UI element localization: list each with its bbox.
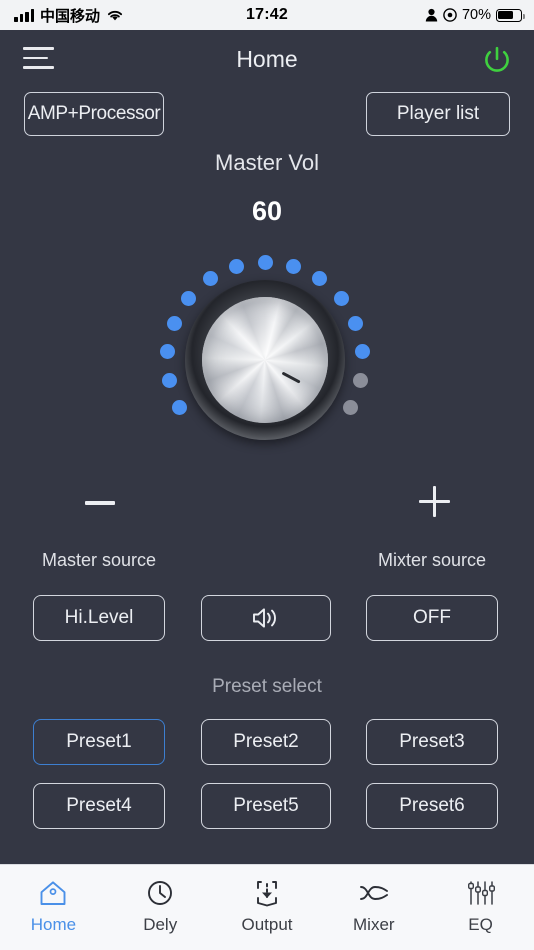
volume-dot [286, 258, 302, 274]
volume-dot [355, 343, 371, 359]
battery-percent-label: 70% [461, 7, 491, 23]
tab-label-eq: EQ [468, 915, 493, 934]
tab-home[interactable]: Home [0, 865, 107, 950]
volume-dot [161, 372, 177, 388]
volume-knob[interactable] [185, 280, 345, 440]
volume-dot [159, 343, 175, 359]
bottom-tab-bar: Home Dely Output Mixer EQ [0, 864, 534, 950]
clock-icon [145, 877, 175, 909]
volume-dot [202, 271, 218, 287]
equalizer-sliders-icon [466, 877, 496, 909]
tab-label-mixer: Mixer [353, 915, 395, 934]
status-bar-right: 70% [425, 0, 525, 30]
app-root: 中国移动 17:42 70% Home AMP+Processor Player… [0, 0, 534, 950]
tab-eq[interactable]: EQ [427, 865, 534, 950]
app-header: Home [0, 30, 534, 92]
page-title: Home [236, 45, 298, 72]
tab-label-output: Output [241, 915, 293, 934]
output-download-icon [252, 877, 282, 909]
master-source-button[interactable]: Hi.Level [33, 595, 165, 641]
master-volume-knob-area[interactable] [135, 245, 399, 445]
tab-mixer[interactable]: Mixer [320, 865, 427, 950]
volume-knob-face [202, 297, 328, 423]
power-icon[interactable] [480, 42, 514, 76]
volume-dot [353, 372, 369, 388]
mixter-source-button[interactable]: OFF [366, 595, 498, 641]
speaker-volume-icon [253, 608, 276, 628]
speaker-volume-button[interactable] [201, 595, 331, 641]
location-icon [443, 8, 457, 22]
preset-button-3[interactable]: Preset3 [366, 719, 498, 765]
shuffle-cross-icon [358, 877, 390, 909]
volume-dot [181, 290, 197, 306]
tab-output[interactable]: Output [214, 865, 321, 950]
volume-dot [348, 315, 364, 331]
battery-icon [496, 8, 525, 22]
volume-dot [257, 254, 273, 270]
volume-increase-button[interactable] [411, 478, 457, 526]
status-bar: 中国移动 17:42 70% [0, 0, 534, 30]
volume-dot [312, 271, 328, 287]
volume-dot [171, 400, 187, 415]
volume-dot [228, 258, 244, 274]
amp-processor-button[interactable]: AMP+Processor [24, 92, 164, 136]
preset-button-1[interactable]: Preset1 [33, 719, 165, 765]
volume-dot [343, 400, 359, 415]
master-volume-value: 60 [251, 196, 283, 226]
tab-dely[interactable]: Dely [107, 865, 214, 950]
preset-button-2[interactable]: Preset2 [201, 719, 331, 765]
preset-button-4[interactable]: Preset4 [33, 783, 165, 829]
home-icon [38, 877, 68, 909]
master-volume-label: Master Vol [215, 150, 319, 175]
volume-decrease-button[interactable] [78, 482, 122, 524]
mixter-source-label: Mixter source [377, 550, 487, 570]
tab-label-home: Home [30, 915, 77, 934]
player-list-button[interactable]: Player list [366, 92, 510, 136]
volume-dot [166, 315, 182, 331]
tab-label-dely: Dely [143, 915, 178, 934]
person-icon [425, 8, 438, 22]
volume-dot [333, 290, 349, 306]
preset-select-label: Preset select [212, 676, 322, 697]
preset-button-5[interactable]: Preset5 [201, 783, 331, 829]
master-source-label: Master source [41, 550, 157, 570]
preset-button-6[interactable]: Preset6 [366, 783, 498, 829]
